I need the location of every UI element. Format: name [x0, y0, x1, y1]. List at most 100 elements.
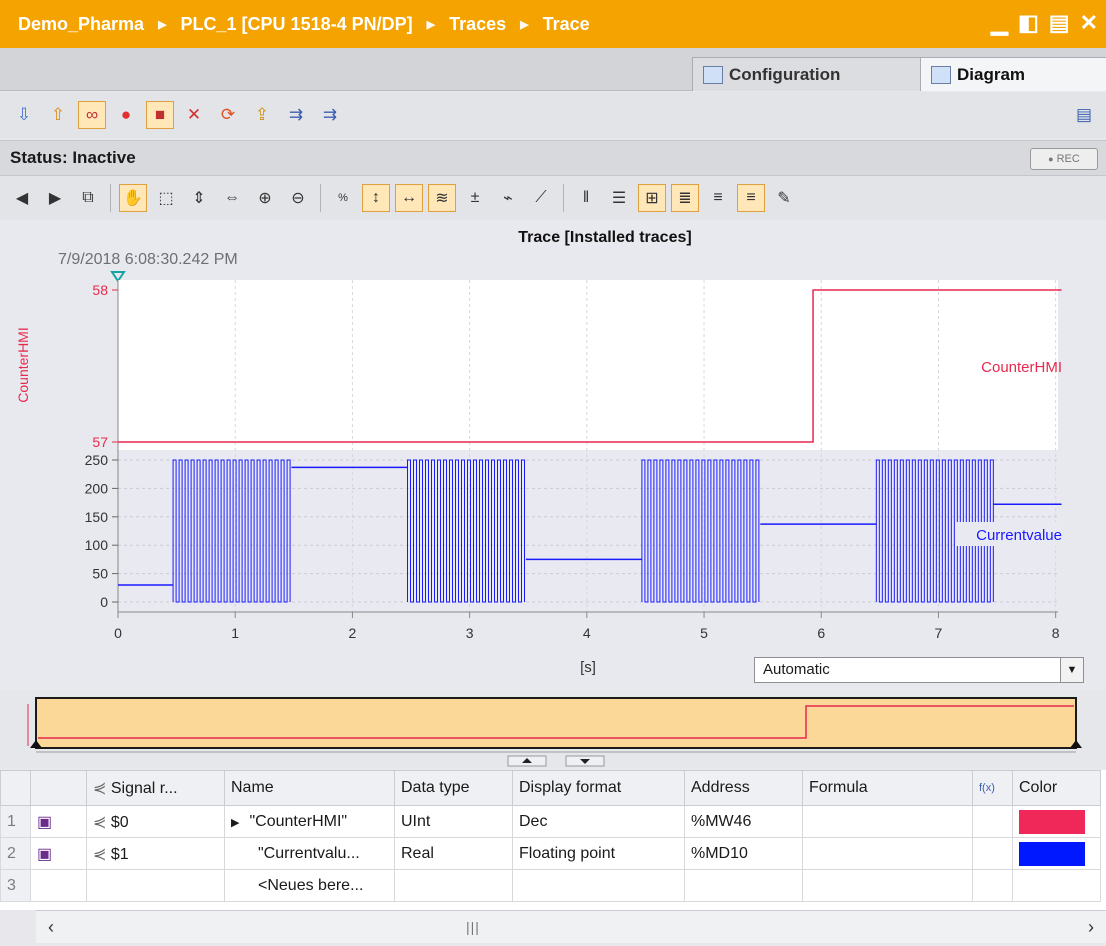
- close-icon[interactable]: ✕: [1080, 10, 1098, 36]
- signal-ref-cell: ⋞ $0: [86, 805, 225, 838]
- breadcrumb-project[interactable]: Demo_Pharma: [18, 14, 144, 35]
- vertical-cursor-icon[interactable]: ‖: [572, 184, 600, 212]
- formula[interactable]: [802, 869, 973, 902]
- address[interactable]: %MD10: [684, 837, 803, 870]
- display-format[interactable]: Floating point: [512, 837, 685, 870]
- import-trace-icon[interactable]: ⇉: [282, 101, 310, 129]
- tab-configuration[interactable]: Configuration: [692, 57, 922, 91]
- breadcrumb-trace[interactable]: Trace: [543, 14, 590, 35]
- formula[interactable]: [802, 805, 973, 838]
- trace-chart[interactable]: Trace [Installed traces] 7/9/2018 6:08:3…: [0, 220, 1106, 690]
- formula-icon[interactable]: f(x): [972, 770, 1013, 806]
- data-type[interactable]: Real: [394, 837, 513, 870]
- toolbar-separator: [110, 184, 111, 212]
- data-type[interactable]: UInt: [394, 805, 513, 838]
- table-row[interactable]: 3 <Neues bere...: [0, 869, 1101, 902]
- zoom-vertical-icon[interactable]: ⇕: [185, 184, 213, 212]
- align-left-icon[interactable]: ≡: [704, 184, 732, 212]
- formula[interactable]: [802, 837, 973, 870]
- legend-icon[interactable]: ≣: [671, 184, 699, 212]
- zoom-100-icon[interactable]: %: [329, 184, 357, 212]
- scroll-right-icon[interactable]: ›: [1080, 916, 1102, 938]
- horizontal-scrollbar[interactable]: ‹ ||| ›: [36, 910, 1106, 943]
- color-swatch[interactable]: [1019, 841, 1085, 866]
- display-format[interactable]: Dec: [512, 805, 685, 838]
- scroll-left-icon[interactable]: ‹: [40, 916, 62, 938]
- panel-toggle-icon[interactable]: ▤: [1070, 101, 1098, 129]
- table-header: ⋞ Signal r... Name Data type Display for…: [0, 770, 1101, 806]
- color-cell[interactable]: [1012, 869, 1101, 902]
- signal-lanes-icon[interactable]: ≋: [428, 184, 456, 212]
- color-cell[interactable]: [1012, 837, 1101, 870]
- x-tick-label: 1: [231, 625, 239, 641]
- hand-pan-icon[interactable]: ✋: [119, 184, 147, 212]
- signal-time-icon[interactable]: ±: [461, 184, 489, 212]
- fit-y-icon[interactable]: ↕: [362, 184, 390, 212]
- minimize-icon[interactable]: ▁: [991, 10, 1008, 36]
- x-axis-mode-select[interactable]: Automatic ▼: [754, 657, 1084, 683]
- column-display-format[interactable]: Display format: [512, 770, 685, 806]
- line-draw-icon[interactable]: ⟋: [527, 184, 555, 212]
- column-color[interactable]: Color: [1012, 770, 1101, 806]
- overview-panel: [0, 690, 1106, 768]
- save-measurement-icon[interactable]: ⇉: [316, 101, 344, 129]
- align-right-icon[interactable]: ≡: [737, 184, 765, 212]
- transfer-to-device-icon[interactable]: ⇩: [10, 101, 38, 129]
- address[interactable]: %MW46: [684, 805, 803, 838]
- x-tick-label: 2: [349, 625, 357, 641]
- tab-diagram-label: Diagram: [957, 64, 1026, 84]
- fit-x-icon[interactable]: ↔: [395, 184, 423, 212]
- snapshot-icon[interactable]: ⧉: [74, 184, 102, 212]
- column-name[interactable]: Name: [224, 770, 395, 806]
- signal-name-cell[interactable]: "Currentvalu...: [224, 837, 395, 870]
- toolbar-separator: [320, 184, 321, 212]
- x-tick-label: 4: [583, 625, 591, 641]
- signal-ref-cell: ⋞ $1: [86, 837, 225, 870]
- back-icon[interactable]: ◀: [8, 184, 36, 212]
- address[interactable]: [684, 869, 803, 902]
- upload-from-device-icon[interactable]: ⇧: [44, 101, 72, 129]
- cursor-sync-icon[interactable]: ⊞: [638, 184, 666, 212]
- column-data-type[interactable]: Data type: [394, 770, 513, 806]
- measurement-points-icon[interactable]: ⌁: [494, 184, 522, 212]
- display-format[interactable]: [512, 869, 685, 902]
- delete-trace-icon[interactable]: ✕: [180, 101, 208, 129]
- column-address[interactable]: Address: [684, 770, 803, 806]
- observe-icon[interactable]: ∞: [78, 101, 106, 129]
- status-bar: Status: Inactive ● REC: [0, 140, 1106, 176]
- color-cell[interactable]: [1012, 805, 1101, 838]
- color-swatch[interactable]: [1019, 809, 1085, 834]
- configuration-icon: [703, 65, 723, 84]
- y-tick-label-currentvalue: 200: [85, 480, 109, 496]
- deactivate-recording-icon[interactable]: ■: [146, 101, 174, 129]
- column-formula[interactable]: Formula: [802, 770, 973, 806]
- forward-icon[interactable]: ▶: [41, 184, 69, 212]
- maximize-icon[interactable]: ▤: [1049, 10, 1070, 36]
- scroll-thumb-grip-icon[interactable]: |||: [466, 919, 480, 935]
- color-fill-icon[interactable]: ✎: [770, 184, 798, 212]
- table-row[interactable]: 1 ▣ ⋞ $0 ▶ "CounterHMI" UInt Dec %MW46: [0, 805, 1101, 838]
- zoom-in-icon[interactable]: ⊕: [251, 184, 279, 212]
- breadcrumb-traces[interactable]: Traces: [449, 14, 506, 35]
- chevron-down-icon[interactable]: ▼: [1060, 658, 1083, 682]
- tab-diagram[interactable]: Diagram: [920, 57, 1106, 91]
- add-new-signal[interactable]: <Neues bere...: [258, 877, 363, 894]
- overview-chart: [27, 697, 1082, 767]
- data-type[interactable]: [394, 869, 513, 902]
- y-tick-label-counterhmi: 57: [92, 434, 108, 450]
- formula-flag: [972, 869, 1013, 902]
- zoom-horizontal-icon[interactable]: ⇔: [218, 184, 246, 212]
- column-signal-ref[interactable]: ⋞ Signal r...: [86, 770, 225, 806]
- activate-recording-icon[interactable]: ●: [112, 101, 140, 129]
- horizontal-cursor-icon[interactable]: ☰: [605, 184, 633, 212]
- table-row[interactable]: 2 ▣ ⋞ $1 "Currentvalu... Real Floating p…: [0, 837, 1101, 870]
- expand-arrow-icon[interactable]: ▶: [231, 817, 239, 829]
- breadcrumb-plc[interactable]: PLC_1 [CPU 1518-4 PN/DP]: [181, 14, 413, 35]
- zoom-window-icon[interactable]: ⬚: [152, 184, 180, 212]
- signal-name-cell[interactable]: <Neues bere...: [224, 869, 395, 902]
- export-trace-icon[interactable]: ⇪: [248, 101, 276, 129]
- zoom-out-icon[interactable]: ⊖: [284, 184, 312, 212]
- restore-icon[interactable]: ◧: [1018, 10, 1039, 36]
- signal-name-cell[interactable]: ▶ "CounterHMI": [224, 805, 395, 838]
- refresh-icon[interactable]: ⟳: [214, 101, 242, 129]
